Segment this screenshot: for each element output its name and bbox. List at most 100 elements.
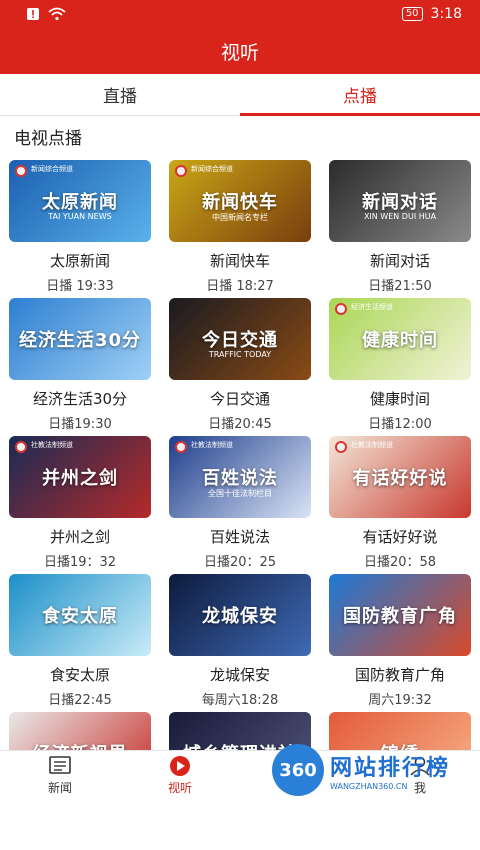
status-icons-left — [26, 7, 66, 21]
nav-profile[interactable]: 我 — [360, 751, 480, 800]
thumbnail-title: 健康时间 — [362, 330, 438, 351]
thumbnail-subtitle: TAI YUAN NEWS — [48, 212, 112, 221]
program-schedule: 日播22:45 — [48, 693, 112, 708]
news-icon — [49, 756, 71, 774]
channel-logo-icon — [335, 441, 347, 453]
thumbnail-title: 国防教育广角 — [343, 606, 457, 627]
battery-icon: 50 — [401, 7, 423, 21]
channel-logo-icon — [175, 165, 187, 177]
program-title: 国防教育广角 — [354, 666, 445, 684]
bottom-nav: 新闻 视听 服务 我 — [0, 750, 480, 800]
channel-name: 新闻综合频道 — [31, 165, 73, 173]
program-title: 健康时间 — [369, 390, 430, 408]
profile-icon — [410, 756, 430, 776]
channel-name: 经济生活频道 — [351, 303, 393, 311]
tab-live[interactable]: 直播 — [0, 74, 240, 115]
thumbnail-title: 并州之剑 — [42, 468, 118, 489]
program-card[interactable]: 社教法制频道 百姓说法 全国十佳法制栏目百姓说法日播20：25 — [160, 436, 320, 574]
program-thumbnail[interactable]: 社教法制频道并州之剑 — [9, 436, 151, 518]
thumbnail-title: 太原新闻 — [42, 192, 118, 213]
program-title: 食安太原 — [49, 666, 110, 684]
program-card[interactable]: 经济生活频道 健康时间 健康时间 日播12:00 — [320, 298, 480, 436]
program-thumbnail[interactable]: 新闻对话 XIN WEN DUI HUA — [329, 160, 471, 242]
channel-logo-icon — [15, 165, 27, 177]
thumbnail-subtitle: TRAFFIC TODAY — [208, 350, 272, 359]
thumbnail-title: 龙城保安 — [202, 606, 278, 627]
thumbnail-title: 食安太原 — [42, 606, 118, 627]
program-title: 新闻对话 — [369, 252, 430, 270]
nav-news[interactable]: 新闻 — [0, 751, 120, 800]
wifi-icon — [48, 7, 66, 21]
program-thumbnail[interactable]: 食安太原 — [9, 574, 151, 656]
thumbnail-title: 经济生活30分 — [18, 330, 142, 351]
program-title: 百姓说法 — [209, 528, 270, 546]
channel-name: 社教法制频道 — [191, 441, 233, 449]
nav-video[interactable]: 视听 — [120, 751, 240, 800]
program-title: 并州之剑 — [49, 528, 110, 546]
page-title: 视听 — [220, 41, 259, 64]
program-card[interactable]: 今日交通 TRAFFIC TODAY 今日交通 日播20:45 — [160, 298, 320, 436]
thumbnail-title: 新闻快车 — [202, 192, 278, 213]
program-card[interactable]: 新闻对话 XIN WEN DUI HUA 新闻对话日播21:50 — [320, 160, 480, 298]
nav-service[interactable]: 服务 — [240, 751, 360, 800]
program-schedule: 日播 18:27 — [206, 279, 274, 294]
program-title: 新闻快车 — [209, 252, 270, 270]
program-card[interactable]: 经济生活30分 经济生活30分 日播19:30 — [0, 298, 160, 436]
play-icon — [170, 756, 190, 776]
program-thumbnail[interactable]: 社教法制频道 百姓说法 全国十佳法制栏目 — [169, 436, 311, 518]
nav-service-label: 服务 — [287, 781, 312, 795]
tab-vod[interactable]: 点播 — [240, 74, 480, 116]
channel-name: 社教法制频道 — [351, 441, 393, 449]
channel-name: 新闻综合频道 — [191, 165, 233, 173]
service-icon — [291, 757, 309, 775]
thumbnail-subtitle: 全国十佳法制栏目 — [208, 489, 272, 498]
program-schedule: 日播20：25 — [203, 555, 277, 570]
program-grid: 新闻综合频道 太原新闻 TAI YUAN NEWS 太原新闻 日播 19:33 新闻综合频… — [0, 160, 480, 850]
program-title: 龙城保安 — [209, 666, 270, 684]
program-title: 太原新闻 — [49, 252, 110, 270]
nav-profile-label: 我 — [413, 781, 426, 795]
program-thumbnail[interactable]: 新闻综合频道新闻快车 中国新闻名专栏 — [169, 160, 311, 242]
program-thumbnail[interactable]: 国防教育广角 — [329, 574, 471, 656]
program-card[interactable]: 社教法制频道 有话好好说 有话好好说 日播20：58 — [320, 436, 480, 574]
program-schedule: 日播12:00 — [368, 417, 432, 432]
program-schedule: 周六19:32 — [368, 693, 432, 708]
program-card[interactable]: 食安太原 食安太原 日播22:45 — [0, 574, 160, 712]
program-thumbnail[interactable]: 社教法制频道有话好好说 — [329, 436, 471, 518]
program-card[interactable]: 社教法制频道 并州之剑 并州之剑 日播19：32 — [0, 436, 160, 574]
program-schedule: 每周六18:28 — [201, 693, 279, 708]
program-thumbnail[interactable]: 新闻综合频道太原新闻 TAI YUAN NEWS — [9, 160, 151, 242]
program-schedule: 日播20:45 — [208, 417, 272, 432]
tab-bar: 直播 点播 — [0, 74, 480, 116]
program-schedule: 日播21:50 — [368, 279, 432, 294]
nav-news-label: 新闻 — [47, 781, 72, 795]
program-schedule: 日播19：32 — [43, 555, 117, 570]
program-thumbnail[interactable]: 今日交通 TRAFFIC TODAY — [169, 298, 311, 380]
thumbnail-subtitle: 中国新闻名专栏 — [212, 213, 268, 222]
program-thumbnail[interactable]: 龙城保安 — [169, 574, 311, 656]
program-title: 今日交通 — [209, 390, 270, 408]
program-card[interactable]: 国防教育广角 国防教育广角 周六19:32 — [320, 574, 480, 712]
program-schedule: 日播19:30 — [48, 417, 112, 432]
status-icons-right: 50 3:18 — [401, 6, 462, 22]
app-header: 视听 — [0, 28, 480, 74]
section-title: 电视点播 — [14, 129, 82, 149]
program-title: 有话好好说 — [362, 528, 438, 546]
clock: 3:18 — [430, 6, 462, 22]
program-title: 经济生活30分 — [32, 390, 128, 408]
program-thumbnail[interactable]: 经济生活频道健康时间 — [329, 298, 471, 380]
channel-name: 社教法制频道 — [31, 441, 73, 449]
program-schedule: 日播20：58 — [363, 555, 437, 570]
thumbnail-title: 有话好好说 — [352, 468, 448, 489]
alert-icon — [27, 8, 39, 20]
program-card[interactable]: 新闻综合频道 新闻快车 中国新闻名专栏 新闻快车 日播 18:27 — [160, 160, 320, 298]
program-card[interactable]: 新闻综合频道 太原新闻 TAI YUAN NEWS 太原新闻 日播 19:33 — [0, 160, 160, 298]
thumbnail-title: 今日交通 — [202, 330, 278, 351]
status-bar: 50 3:18 — [0, 0, 480, 28]
program-thumbnail[interactable]: 经济生活30分 — [9, 298, 151, 380]
program-card[interactable]: 龙城保安 龙城保安 每周六18:28 — [160, 574, 320, 712]
thumbnail-subtitle: XIN WEN DUI HUA — [363, 212, 437, 221]
program-schedule: 日播 19:33 — [46, 279, 114, 294]
nav-video-label: 视听 — [167, 781, 192, 795]
channel-logo-icon — [175, 441, 187, 453]
